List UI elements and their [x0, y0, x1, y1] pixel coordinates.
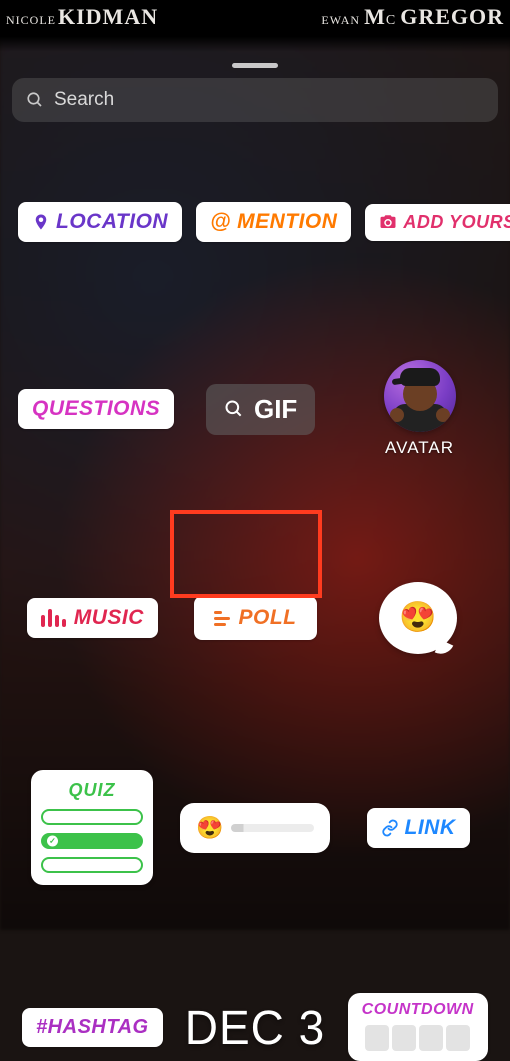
- search-placeholder: Search: [54, 89, 114, 111]
- avatar-sticker[interactable]: AVATAR: [384, 360, 456, 458]
- sticker-row-4: QUIZ 😍 LINK: [18, 770, 492, 885]
- poll-lines-icon: [214, 611, 230, 626]
- sticker-row-1: LOCATION @MENTION ADD YOURS: [18, 202, 492, 242]
- credit-first-right: EWAN: [321, 13, 360, 28]
- quiz-option-3: [41, 857, 143, 873]
- credit-last-left: KIDMAN: [58, 4, 158, 30]
- quiz-option-1: [41, 809, 143, 825]
- credit-last-right-b: C: [386, 13, 396, 29]
- gif-sticker[interactable]: GIF: [206, 384, 315, 435]
- location-sticker[interactable]: LOCATION: [18, 202, 182, 242]
- movie-credits-bar: NICOLE KIDMAN EWAN M C GREGOR: [0, 0, 510, 52]
- sticker-row-3: MUSIC POLL 😍: [18, 582, 492, 654]
- credit-right: EWAN M C GREGOR: [321, 4, 504, 30]
- poll-sticker[interactable]: POLL: [194, 596, 317, 640]
- add-yours-label: ADD YOURS: [403, 212, 510, 233]
- add-yours-sticker[interactable]: ADD YOURS: [365, 204, 510, 241]
- link-label: LINK: [405, 816, 456, 840]
- questions-sticker[interactable]: QUESTIONS: [18, 389, 174, 429]
- quiz-label: QUIZ: [41, 780, 143, 801]
- search-icon: [224, 399, 244, 419]
- link-sticker[interactable]: LINK: [367, 808, 470, 848]
- music-label: MUSIC: [74, 606, 144, 630]
- credit-last-right-a: M: [364, 4, 386, 30]
- location-label: LOCATION: [56, 210, 168, 234]
- search-input[interactable]: Search: [12, 78, 498, 122]
- camera-icon: [379, 213, 397, 231]
- questions-label: QUESTIONS: [32, 397, 160, 421]
- mention-sticker[interactable]: @MENTION: [196, 202, 351, 242]
- at-icon: @: [210, 210, 231, 234]
- gif-label: GIF: [254, 394, 297, 425]
- quiz-sticker[interactable]: QUIZ: [31, 770, 153, 885]
- sticker-tray: LOCATION @MENTION ADD YOURS QUESTIONS: [0, 140, 510, 930]
- pin-icon: [32, 213, 50, 231]
- poll-label: POLL: [239, 606, 297, 630]
- hashtag-sticker[interactable]: #HASHTAG: [22, 1008, 163, 1047]
- credit-first-left: NICOLE: [6, 13, 56, 28]
- sticker-row-2: QUESTIONS GIF: [18, 360, 492, 458]
- link-icon: [381, 819, 399, 837]
- credit-left: NICOLE KIDMAN: [6, 4, 158, 30]
- music-sticker[interactable]: MUSIC: [27, 598, 158, 638]
- quiz-option-2-selected: [41, 833, 143, 849]
- sheet-drag-handle[interactable]: [232, 63, 278, 68]
- avatar-label: AVATAR: [385, 438, 454, 458]
- slider-track-icon: [231, 824, 314, 832]
- hashtag-label: #HASHTAG: [36, 1016, 149, 1039]
- sticker-row-5: #HASHTAG DEC 3 COUNTDOWN: [18, 993, 492, 1061]
- heart-eyes-emoji-icon: 😍: [196, 815, 223, 841]
- search-icon: [26, 91, 44, 109]
- music-bars-icon: [41, 609, 66, 627]
- countdown-sticker[interactable]: COUNTDOWN: [348, 993, 488, 1061]
- emoji-reaction-sticker[interactable]: 😍: [379, 582, 457, 654]
- countdown-blocks-icon: [365, 1025, 470, 1051]
- date-sticker[interactable]: DEC 3: [185, 999, 325, 1056]
- credit-last-right-c: GREGOR: [400, 4, 504, 30]
- countdown-label: COUNTDOWN: [362, 1001, 474, 1019]
- emoji-slider-sticker[interactable]: 😍: [180, 803, 330, 853]
- mention-label: MENTION: [237, 210, 337, 234]
- avatar-image: [384, 360, 456, 432]
- heart-eyes-emoji-icon: 😍: [399, 603, 436, 633]
